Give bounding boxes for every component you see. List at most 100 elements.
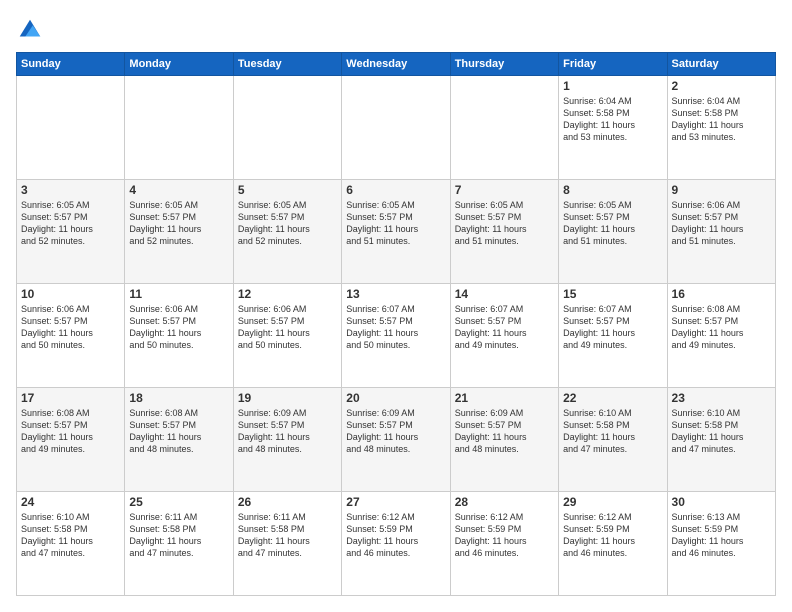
calendar-cell [233, 76, 341, 180]
day-number: 9 [672, 183, 771, 197]
calendar-header-row: SundayMondayTuesdayWednesdayThursdayFrid… [17, 53, 776, 76]
day-info: Sunrise: 6:13 AMSunset: 5:59 PMDaylight:… [672, 511, 771, 560]
day-info: Sunrise: 6:05 AMSunset: 5:57 PMDaylight:… [129, 199, 228, 248]
calendar-cell: 7 Sunrise: 6:05 AMSunset: 5:57 PMDaylight… [450, 180, 558, 284]
day-number: 8 [563, 183, 662, 197]
day-number: 14 [455, 287, 554, 301]
calendar-cell: 9 Sunrise: 6:06 AMSunset: 5:57 PMDaylight… [667, 180, 775, 284]
day-info: Sunrise: 6:06 AMSunset: 5:57 PMDaylight:… [129, 303, 228, 352]
calendar-cell: 25 Sunrise: 6:11 AMSunset: 5:58 PMDayligh… [125, 492, 233, 596]
calendar-cell: 13 Sunrise: 6:07 AMSunset: 5:57 PMDayligh… [342, 284, 450, 388]
day-info: Sunrise: 6:11 AMSunset: 5:58 PMDaylight:… [129, 511, 228, 560]
calendar-cell: 27 Sunrise: 6:12 AMSunset: 5:59 PMDayligh… [342, 492, 450, 596]
calendar-cell: 15 Sunrise: 6:07 AMSunset: 5:57 PMDayligh… [559, 284, 667, 388]
day-info: Sunrise: 6:09 AMSunset: 5:57 PMDaylight:… [455, 407, 554, 456]
calendar-cell: 12 Sunrise: 6:06 AMSunset: 5:57 PMDayligh… [233, 284, 341, 388]
calendar-header-tuesday: Tuesday [233, 53, 341, 76]
calendar-cell: 10Sunrise: 6:06 AMSunset: 5:57 PMDayligh… [17, 284, 125, 388]
day-number: 25 [129, 495, 228, 509]
calendar-header-wednesday: Wednesday [342, 53, 450, 76]
day-number: 7 [455, 183, 554, 197]
calendar-cell: 16 Sunrise: 6:08 AMSunset: 5:57 PMDayligh… [667, 284, 775, 388]
day-info: Sunrise: 6:08 AMSunset: 5:57 PMDaylight:… [21, 407, 120, 456]
day-info: Sunrise: 6:05 AMSunset: 5:57 PMDaylight:… [238, 199, 337, 248]
day-number: 30 [672, 495, 771, 509]
calendar-cell [450, 76, 558, 180]
calendar-cell: 24Sunrise: 6:10 AMSunset: 5:58 PMDayligh… [17, 492, 125, 596]
day-info: Sunrise: 6:08 AMSunset: 5:57 PMDaylight:… [672, 303, 771, 352]
calendar-cell: 4 Sunrise: 6:05 AMSunset: 5:57 PMDaylight… [125, 180, 233, 284]
day-number: 15 [563, 287, 662, 301]
calendar-cell [125, 76, 233, 180]
day-number: 1 [563, 79, 662, 93]
calendar-cell: 17 Sunrise: 6:08 AMSunset: 5:57 PMDayligh… [17, 388, 125, 492]
day-number: 18 [129, 391, 228, 405]
day-number: 26 [238, 495, 337, 509]
day-info: Sunrise: 6:04 AMSunset: 5:58 PMDaylight:… [672, 95, 771, 144]
day-number: 22 [563, 391, 662, 405]
day-number: 27 [346, 495, 445, 509]
day-info: Sunrise: 6:05 AMSunset: 5:57 PMDaylight:… [346, 199, 445, 248]
calendar-header-friday: Friday [559, 53, 667, 76]
calendar-week-2: 3Sunrise: 6:05 AMSunset: 5:57 PMDaylight… [17, 180, 776, 284]
calendar-week-5: 24Sunrise: 6:10 AMSunset: 5:58 PMDayligh… [17, 492, 776, 596]
calendar-cell: 23Sunrise: 6:10 AMSunset: 5:58 PMDayligh… [667, 388, 775, 492]
day-number: 20 [346, 391, 445, 405]
calendar-cell: 22 Sunrise: 6:10 AMSunset: 5:58 PMDayligh… [559, 388, 667, 492]
day-number: 12 [238, 287, 337, 301]
calendar-cell: 1 Sunrise: 6:04 AMSunset: 5:58 PMDaylight… [559, 76, 667, 180]
calendar-cell: 26Sunrise: 6:11 AMSunset: 5:58 PMDayligh… [233, 492, 341, 596]
day-info: Sunrise: 6:06 AMSunset: 5:57 PMDaylight:… [238, 303, 337, 352]
calendar-cell: 3Sunrise: 6:05 AMSunset: 5:57 PMDaylight… [17, 180, 125, 284]
calendar-cell: 5 Sunrise: 6:05 AMSunset: 5:57 PMDaylight… [233, 180, 341, 284]
day-info: Sunrise: 6:07 AMSunset: 5:57 PMDaylight:… [346, 303, 445, 352]
day-info: Sunrise: 6:09 AMSunset: 5:57 PMDaylight:… [238, 407, 337, 456]
day-info: Sunrise: 6:07 AMSunset: 5:57 PMDaylight:… [563, 303, 662, 352]
calendar-cell: 2 Sunrise: 6:04 AMSunset: 5:58 PMDaylight… [667, 76, 775, 180]
logo-icon [16, 16, 44, 44]
day-number: 24 [21, 495, 120, 509]
day-info: Sunrise: 6:09 AMSunset: 5:57 PMDaylight:… [346, 407, 445, 456]
calendar-header-saturday: Saturday [667, 53, 775, 76]
calendar-week-3: 10Sunrise: 6:06 AMSunset: 5:57 PMDayligh… [17, 284, 776, 388]
logo [16, 16, 48, 44]
day-info: Sunrise: 6:05 AMSunset: 5:57 PMDaylight:… [21, 199, 120, 248]
day-info: Sunrise: 6:06 AMSunset: 5:57 PMDaylight:… [672, 199, 771, 248]
day-info: Sunrise: 6:07 AMSunset: 5:57 PMDaylight:… [455, 303, 554, 352]
day-info: Sunrise: 6:12 AMSunset: 5:59 PMDaylight:… [346, 511, 445, 560]
day-number: 11 [129, 287, 228, 301]
calendar-cell: 20 Sunrise: 6:09 AMSunset: 5:57 PMDayligh… [342, 388, 450, 492]
calendar-header-sunday: Sunday [17, 53, 125, 76]
calendar-cell: 19 Sunrise: 6:09 AMSunset: 5:57 PMDayligh… [233, 388, 341, 492]
page: SundayMondayTuesdayWednesdayThursdayFrid… [0, 0, 792, 612]
calendar-cell: 30 Sunrise: 6:13 AMSunset: 5:59 PMDayligh… [667, 492, 775, 596]
day-number: 2 [672, 79, 771, 93]
day-info: Sunrise: 6:06 AMSunset: 5:57 PMDaylight:… [21, 303, 120, 352]
calendar-header-monday: Monday [125, 53, 233, 76]
day-number: 17 [21, 391, 120, 405]
day-info: Sunrise: 6:04 AMSunset: 5:58 PMDaylight:… [563, 95, 662, 144]
calendar-cell: 8Sunrise: 6:05 AMSunset: 5:57 PMDaylight… [559, 180, 667, 284]
day-number: 28 [455, 495, 554, 509]
calendar-header-thursday: Thursday [450, 53, 558, 76]
calendar-cell: 28 Sunrise: 6:12 AMSunset: 5:59 PMDayligh… [450, 492, 558, 596]
day-number: 21 [455, 391, 554, 405]
day-number: 5 [238, 183, 337, 197]
calendar-cell: 11 Sunrise: 6:06 AMSunset: 5:57 PMDayligh… [125, 284, 233, 388]
calendar-cell: 6 Sunrise: 6:05 AMSunset: 5:57 PMDaylight… [342, 180, 450, 284]
calendar-table: SundayMondayTuesdayWednesdayThursdayFrid… [16, 52, 776, 596]
day-number: 6 [346, 183, 445, 197]
day-number: 16 [672, 287, 771, 301]
calendar-cell: 18Sunrise: 6:08 AMSunset: 5:57 PMDayligh… [125, 388, 233, 492]
day-number: 19 [238, 391, 337, 405]
day-number: 4 [129, 183, 228, 197]
day-info: Sunrise: 6:12 AMSunset: 5:59 PMDaylight:… [455, 511, 554, 560]
calendar-cell: 21 Sunrise: 6:09 AMSunset: 5:57 PMDayligh… [450, 388, 558, 492]
header [16, 16, 776, 44]
calendar-cell: 29Sunrise: 6:12 AMSunset: 5:59 PMDayligh… [559, 492, 667, 596]
day-info: Sunrise: 6:10 AMSunset: 5:58 PMDaylight:… [563, 407, 662, 456]
day-number: 13 [346, 287, 445, 301]
day-info: Sunrise: 6:05 AMSunset: 5:57 PMDaylight:… [455, 199, 554, 248]
day-info: Sunrise: 6:10 AMSunset: 5:58 PMDaylight:… [672, 407, 771, 456]
calendar-cell [17, 76, 125, 180]
